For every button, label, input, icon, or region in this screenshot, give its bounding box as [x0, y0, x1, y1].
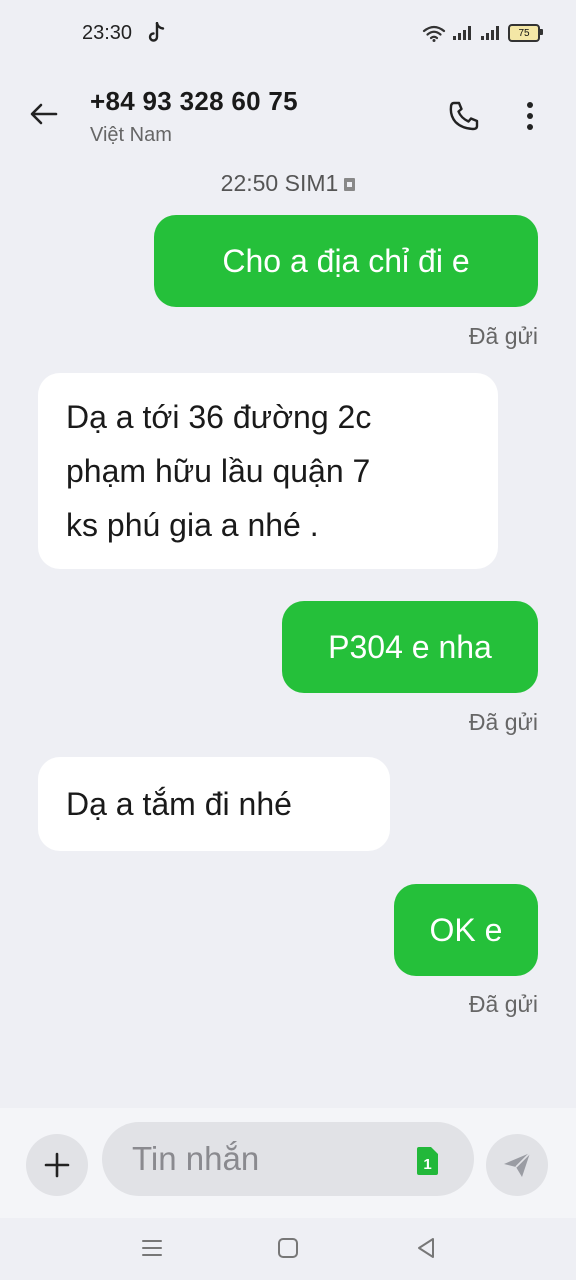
conversation-time-sim: 22:50 SIM1: [220, 170, 339, 196]
sent-message-bubble[interactable]: P304 e nha: [282, 601, 538, 693]
sim-indicator-icon: [344, 178, 356, 192]
wifi-icon: [422, 25, 446, 42]
tiktok-icon: [148, 22, 165, 42]
phone-icon[interactable]: [446, 98, 482, 134]
contact-country: Việt Nam: [90, 124, 172, 146]
message-line: Dạ a tới 36 đường 2c: [66, 399, 372, 435]
battery-level: 75: [518, 27, 530, 39]
message-line: ks phú gia a nhé .: [66, 507, 319, 543]
sent-message-bubble[interactable]: Cho a địa chỉ đi e: [154, 215, 538, 307]
received-message-bubble[interactable]: Dạ a tắm đi nhé: [38, 757, 390, 851]
send-icon: [504, 1152, 531, 1177]
conversation-meta: 22:50 SIM1: [0, 170, 576, 197]
contact-number: +84 93 328 60 75: [90, 86, 298, 116]
message-input[interactable]: Tin nhắn 1: [102, 1122, 474, 1196]
plus-icon: [44, 1152, 70, 1178]
back-nav-icon[interactable]: [412, 1234, 440, 1262]
send-button[interactable]: [486, 1134, 548, 1196]
received-message-bubble[interactable]: Dạ a tới 36 đường 2c phạm hữu lầu quận 7…: [38, 373, 498, 569]
sim-card-icon[interactable]: 1: [414, 1146, 440, 1176]
sim-number: 1: [423, 1156, 431, 1173]
battery-icon: 75: [508, 24, 543, 42]
signal-icon: [481, 26, 499, 40]
message-text: P304 e nha: [328, 629, 492, 665]
conversation-header: +84 93 328 60 75 Việt Nam: [0, 76, 576, 156]
menu-icon[interactable]: [138, 1234, 166, 1262]
sent-message-bubble[interactable]: OK e: [394, 884, 538, 976]
more-vert-icon[interactable]: [514, 96, 546, 136]
add-attachment-button[interactable]: [26, 1134, 88, 1196]
message-line: phạm hữu lầu quận 7: [66, 453, 371, 489]
message-text: OK e: [429, 912, 503, 948]
message-text: Cho a địa chỉ đi e: [222, 243, 470, 279]
message-status: Đã gửi: [468, 991, 538, 1017]
back-arrow-icon[interactable]: [26, 96, 62, 132]
system-nav-bar: [0, 1220, 576, 1280]
composer-bar: Tin nhắn 1: [0, 1108, 576, 1218]
message-line: Dạ a tắm đi nhé: [66, 786, 292, 822]
message-status: Đã gửi: [468, 709, 538, 735]
home-icon[interactable]: [274, 1234, 302, 1262]
status-bar: 23:30 75: [0, 0, 576, 70]
message-status: Đã gửi: [468, 323, 538, 349]
status-icons: 75: [422, 24, 543, 42]
status-time: 23:30: [82, 22, 133, 44]
signal-icon: [453, 26, 471, 40]
message-input-placeholder: Tin nhắn: [132, 1140, 260, 1177]
